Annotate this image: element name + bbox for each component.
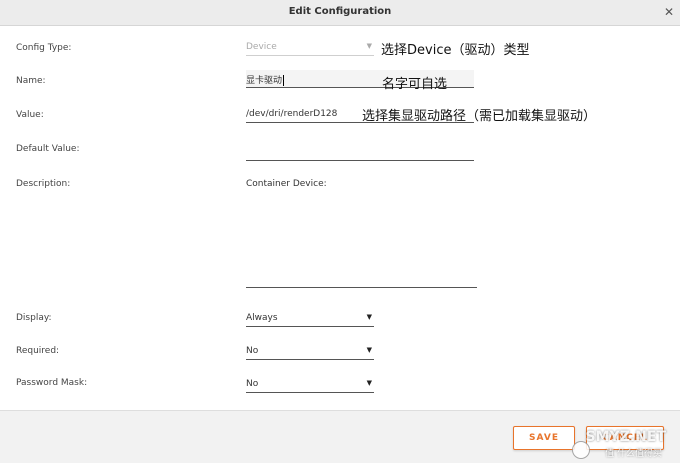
chevron-down-icon: ▼ <box>366 379 372 387</box>
chevron-down-icon: ▼ <box>366 346 372 354</box>
name-label: Name: <box>16 76 46 86</box>
value-label: Value: <box>16 110 44 120</box>
config-type-select[interactable]: Device ▼ <box>246 38 374 56</box>
required-value: No <box>246 346 259 356</box>
default-value-input[interactable] <box>246 143 474 161</box>
password-mask-select[interactable]: No ▼ <box>246 375 374 393</box>
required-label: Required: <box>16 346 60 356</box>
config-type-label: Config Type: <box>16 43 72 53</box>
watermark-text: SMYZ.NET <box>585 429 666 445</box>
password-mask-label: Password Mask: <box>16 378 88 388</box>
window-titlebar: Edit Configuration ✕ <box>0 0 680 26</box>
value-value: /dev/dri/renderD128 <box>246 109 338 119</box>
close-icon[interactable]: ✕ <box>662 5 676 19</box>
display-label: Display: <box>16 313 52 323</box>
description-textarea[interactable]: Container Device: <box>246 176 477 288</box>
watermark-subtext: 值 什么值得买 <box>605 449 662 459</box>
annotation-config-type: 选择Device（驱动）类型 <box>381 43 530 58</box>
config-type-value: Device <box>246 42 277 52</box>
password-mask-value: No <box>246 379 259 389</box>
chevron-down-icon: ▼ <box>366 313 372 321</box>
text-cursor <box>283 75 285 86</box>
description-label: Description: <box>16 179 71 189</box>
display-value: Always <box>246 313 278 323</box>
required-select[interactable]: No ▼ <box>246 342 374 360</box>
annotation-value: 选择集显驱动路径（需已加载集显驱动） <box>362 109 597 124</box>
window-title: Edit Configuration <box>288 6 392 17</box>
save-button[interactable]: SAVE <box>513 426 575 450</box>
chevron-down-icon: ▼ <box>366 42 372 50</box>
display-select[interactable]: Always ▼ <box>246 309 374 327</box>
description-value: Container Device: <box>246 179 327 189</box>
default-value-label: Default Value: <box>16 144 80 154</box>
name-value: 显卡驱动 <box>246 76 283 86</box>
annotation-name: 名字可自选 <box>382 77 448 92</box>
